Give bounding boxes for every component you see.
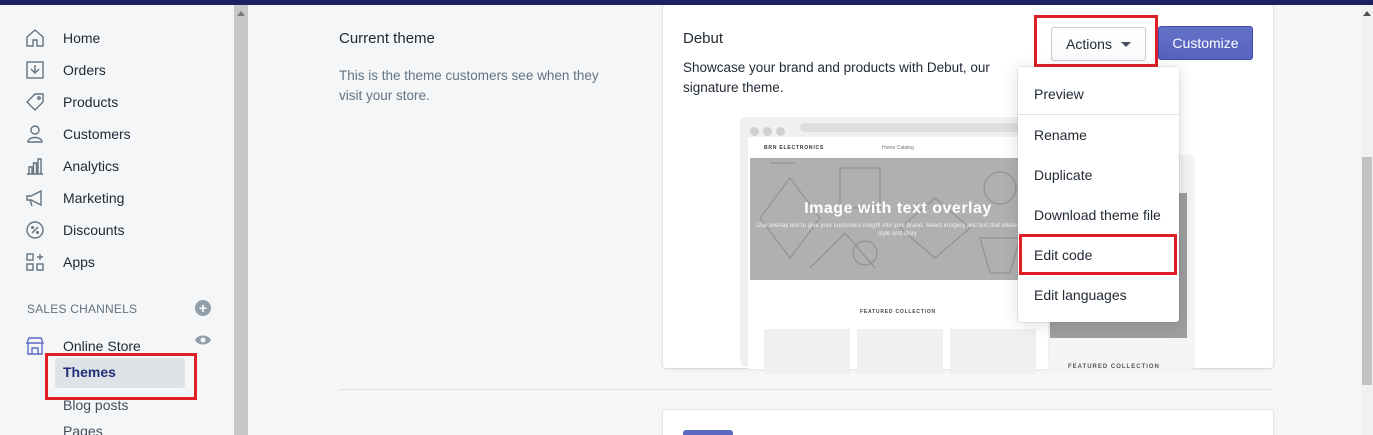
highlight-actions [1034,15,1158,67]
apps-icon [24,251,46,273]
menu-item-duplicate[interactable]: Duplicate [1034,167,1092,183]
sidebar-item-label: Marketing [63,190,125,206]
preview-product-3 [950,329,1036,374]
scroll-up-arrow-icon[interactable] [237,11,245,16]
theme-library-button[interactable] [683,430,733,435]
sidebar-item-marketing[interactable]: Marketing [24,186,124,210]
highlight-themes [45,353,197,400]
person-icon [24,123,46,145]
sidebar-item-customers[interactable]: Customers [24,122,131,146]
discount-icon [24,219,46,241]
current-theme-description: This is the theme customers see when the… [339,68,599,103]
sidebar-item-label: Orders [63,62,106,78]
orders-icon [24,59,46,81]
preview-featured-heading: FEATURED COLLECTION [860,309,936,315]
preview-hero-image [750,158,1046,280]
theme-description: Showcase your brand and products with De… [683,60,990,95]
menu-item-preview[interactable]: Preview [1034,86,1084,102]
sidebar-scrollbar[interactable] [234,5,248,435]
preview-nav: Home Catalog [882,145,914,151]
menu-item-download-theme-file[interactable]: Download theme file [1034,207,1161,223]
tag-icon [24,91,46,113]
store-icon [24,335,46,357]
sidebar-item-products[interactable]: Products [24,90,118,114]
home-icon [24,27,46,49]
preview-url-bar [800,123,1030,132]
page-scrollbar-thumb[interactable] [1362,157,1372,385]
menu-divider [1018,114,1179,115]
sidebar-item-label: Home [63,30,101,46]
sidebar-subitem-pages[interactable]: Pages [63,423,103,435]
sidebar-item-label: Apps [63,254,95,270]
preview-product-1 [764,329,850,374]
sidebar-item-apps[interactable]: Apps [24,250,95,274]
preview-product-2 [857,329,943,374]
sidebar-item-discounts[interactable]: Discounts [24,218,124,242]
preview-mobile-featured: FEATURED COLLECTION [1068,364,1160,370]
add-channel-icon[interactable]: + [195,300,211,316]
menu-item-rename[interactable]: Rename [1034,127,1087,143]
theme-library-card [663,410,1273,435]
sidebar-item-home[interactable]: Home [24,26,100,50]
sidebar-item-analytics[interactable]: Analytics [24,154,119,178]
megaphone-icon [24,187,46,209]
preview-brand: BRN ELECTRONICS [764,145,825,151]
highlight-edit-code [1019,234,1177,275]
theme-name: Debut [683,30,724,47]
menu-item-edit-languages[interactable]: Edit languages [1034,287,1127,303]
bar-chart-icon [24,155,46,177]
sidebar-item-orders[interactable]: Orders [24,58,106,82]
sidebar-item-label: Discounts [63,222,125,238]
sales-channels-heading: SALES CHANNELS [27,302,138,316]
eye-icon[interactable] [194,333,212,347]
sidebar-item-label: Online Store [63,338,141,354]
hero-pattern-icon [759,162,1041,274]
page-scroll-up-arrow-icon[interactable] [1363,11,1371,16]
actions-dropdown [1018,67,1179,322]
preview-hero-title: Image with text overlay [804,200,992,217]
current-theme-title: Current theme [339,30,435,47]
section-divider [339,389,1273,390]
sidebar-item-label: Analytics [63,158,120,174]
customize-button[interactable]: Customize [1158,26,1253,60]
preview-hero-subtitle: Use overlay text to give your customers … [756,223,1040,237]
sidebar-item-label: Products [63,94,119,110]
sidebar-item-label: Customers [63,126,131,142]
